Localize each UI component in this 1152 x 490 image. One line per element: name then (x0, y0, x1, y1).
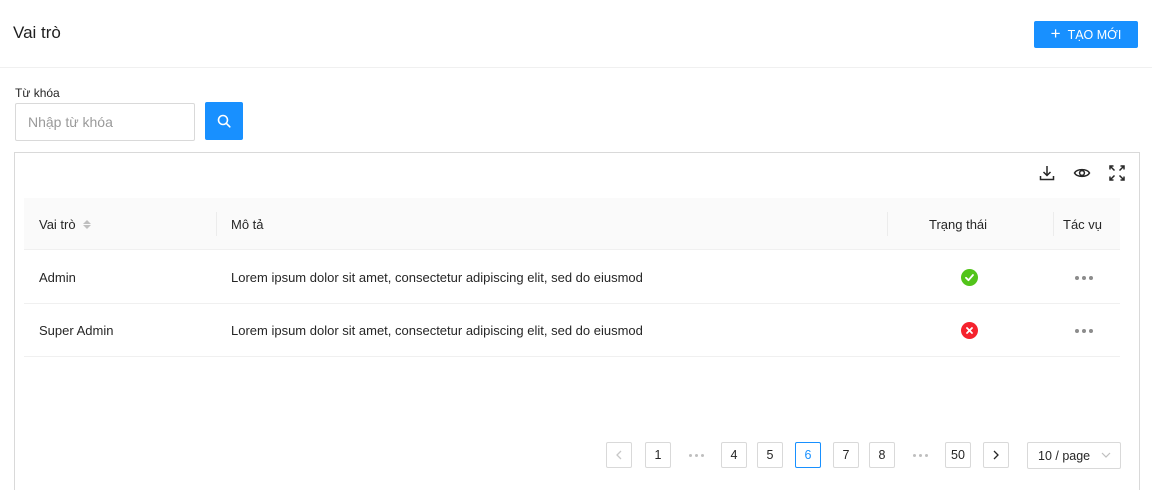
prev-page-button[interactable] (606, 442, 632, 468)
column-role-label: Vai trò (39, 216, 76, 232)
page-item[interactable]: 8 (869, 442, 895, 468)
table-header: Vai trò Mô tả Trạng thái Tác vụ (24, 198, 1120, 250)
actions-cell (1071, 304, 1097, 357)
plus-icon: + (1050, 24, 1061, 43)
search-button[interactable] (205, 102, 243, 140)
fullscreen-icon[interactable] (1106, 162, 1128, 184)
description-cell: Lorem ipsum dolor sit amet, consectetur … (231, 270, 643, 285)
jump-next-icon[interactable] (907, 442, 933, 468)
column-status: Trạng thái (929, 216, 988, 232)
more-icon[interactable] (1071, 325, 1097, 337)
download-icon[interactable] (1036, 162, 1058, 184)
close-circle-icon (961, 322, 978, 339)
column-actions: Tác vụ (1063, 216, 1103, 232)
keyword-input[interactable] (15, 103, 195, 141)
column-description: Mô tả (231, 216, 264, 232)
status-cell (961, 304, 978, 357)
page-title: Vai trò (13, 23, 61, 42)
status-cell (961, 251, 978, 304)
page-item-active[interactable]: 6 (795, 442, 821, 468)
check-circle-icon (961, 269, 978, 286)
page-header: Vai trò + TẠO MỚI (0, 0, 1152, 68)
sort-icon[interactable] (82, 219, 91, 229)
table-row: Admin Lorem ipsum dolor sit amet, consec… (24, 251, 1120, 304)
page-size-select[interactable]: 10 / page (1027, 442, 1121, 469)
chevron-left-icon (616, 450, 622, 460)
next-page-button[interactable] (983, 442, 1009, 468)
description-cell: Lorem ipsum dolor sit amet, consectetur … (231, 323, 643, 338)
page-item[interactable]: 4 (721, 442, 747, 468)
table-row: Super Admin Lorem ipsum dolor sit amet, … (24, 304, 1120, 357)
eye-icon[interactable] (1071, 162, 1093, 184)
page-size-value: 10 / page (1038, 448, 1091, 463)
jump-prev-icon[interactable] (683, 442, 709, 468)
create-new-label: TẠO MỚI (1067, 27, 1122, 42)
search-icon (217, 114, 231, 128)
actions-cell (1071, 251, 1097, 304)
page-item[interactable]: 1 (645, 442, 671, 468)
column-role[interactable]: Vai trò (39, 198, 91, 250)
role-cell: Admin (39, 270, 76, 285)
more-icon[interactable] (1071, 272, 1097, 284)
page-item[interactable]: 5 (757, 442, 783, 468)
page-item[interactable]: 50 (945, 442, 971, 468)
chevron-right-icon (993, 450, 999, 460)
create-new-button[interactable]: + TẠO MỚI (1034, 21, 1138, 48)
role-cell: Super Admin (39, 323, 114, 338)
column-divider (887, 212, 888, 236)
column-divider (216, 212, 217, 236)
page-item[interactable]: 7 (833, 442, 859, 468)
column-divider (1053, 212, 1054, 236)
chevron-down-icon (1101, 452, 1111, 458)
keyword-label: Từ khóa (15, 86, 60, 100)
